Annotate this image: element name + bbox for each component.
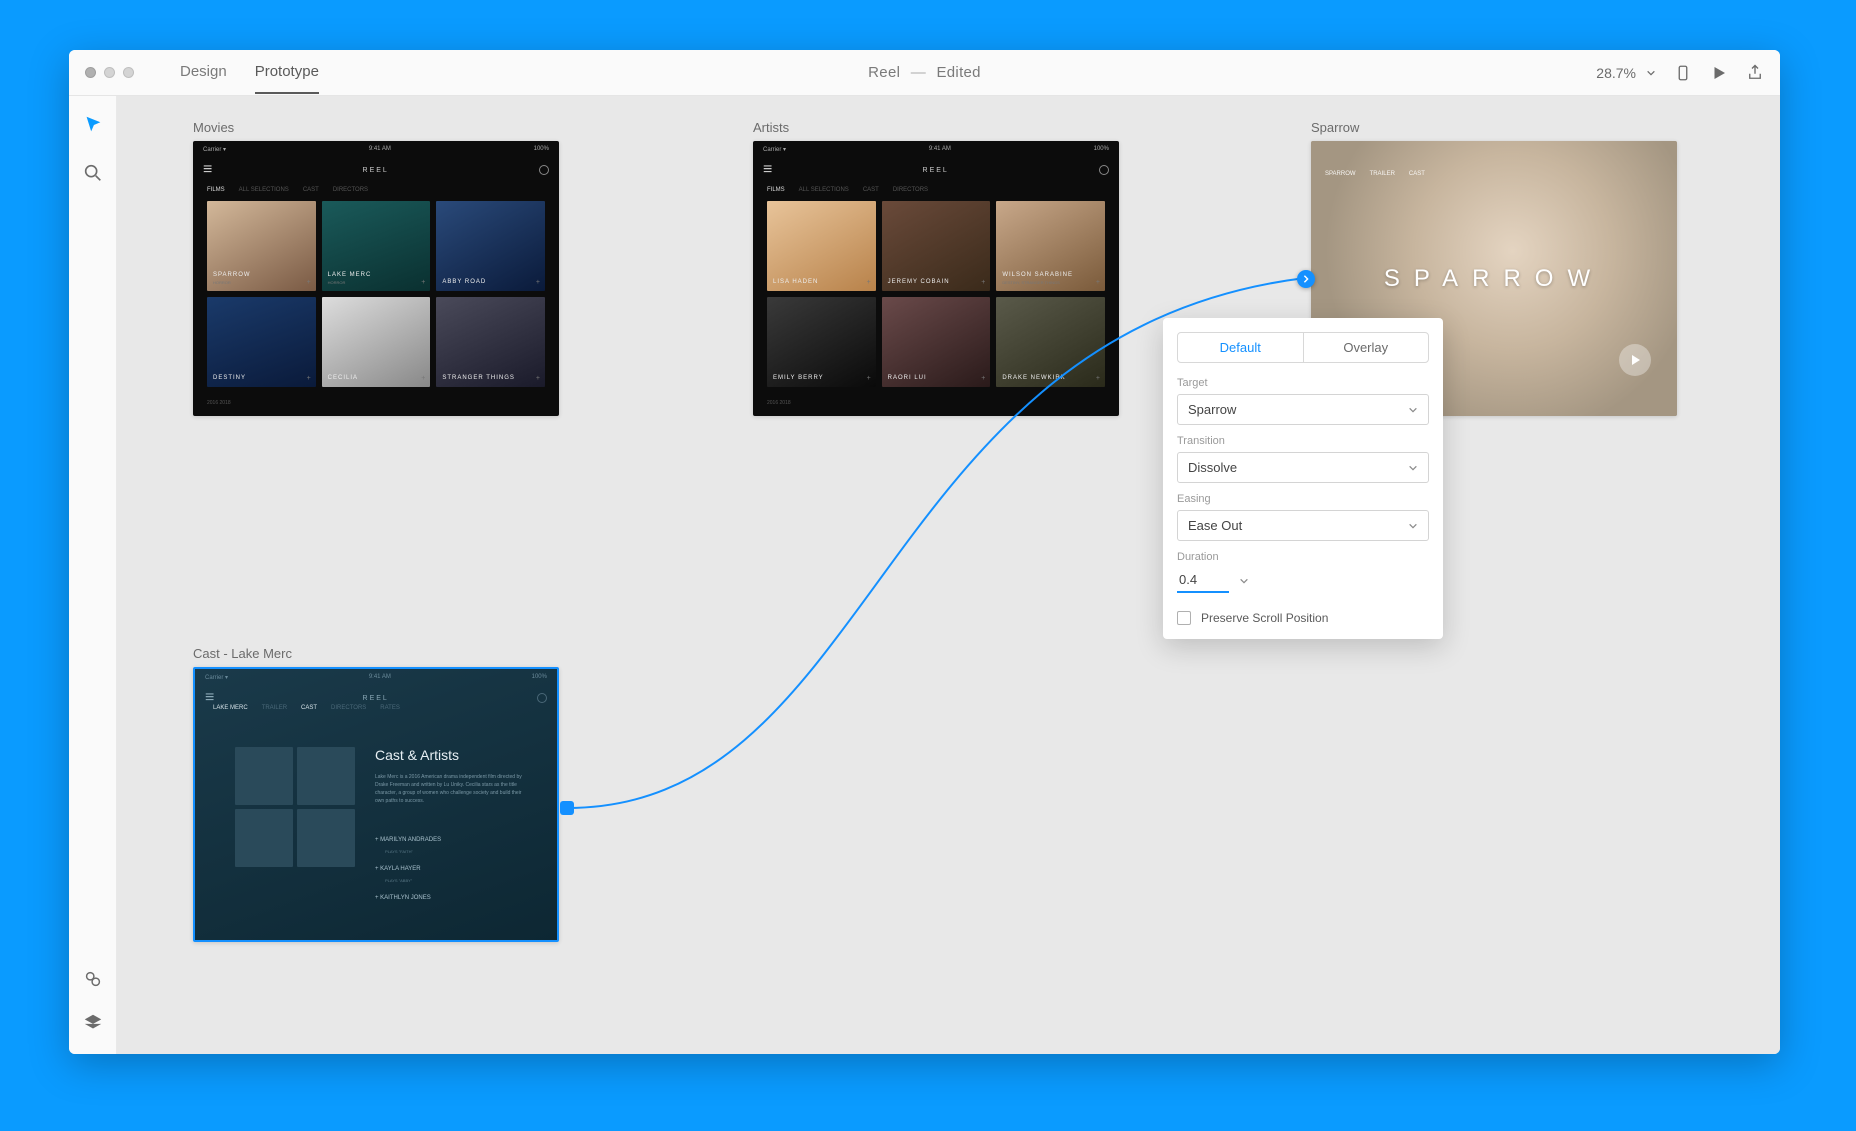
artboard-movies[interactable]: Movies Carrier ▾9:41 AM100% ≡REEL FILMSA… xyxy=(193,120,559,416)
screen-movies: Carrier ▾9:41 AM100% ≡REEL FILMSALL SELE… xyxy=(193,141,559,416)
transition-label: Transition xyxy=(1177,435,1429,447)
zoom-control[interactable]: 28.7% xyxy=(1596,65,1656,81)
device-preview-icon[interactable] xyxy=(1674,64,1692,82)
chevron-down-icon xyxy=(1408,463,1418,473)
canvas[interactable]: Movies Carrier ▾9:41 AM100% ≡REEL FILMSA… xyxy=(117,96,1780,1054)
window-controls[interactable] xyxy=(85,67,134,78)
maximize-icon[interactable] xyxy=(123,67,134,78)
chevron-down-icon xyxy=(1408,521,1418,531)
target-label: Target xyxy=(1177,377,1429,389)
app-window: Design Prototype Reel — Edited 28.7% xyxy=(69,50,1780,1054)
chevron-down-icon xyxy=(1646,68,1656,78)
titlebar: Design Prototype Reel — Edited 28.7% xyxy=(69,50,1780,96)
tools-sidebar xyxy=(69,96,117,1054)
artboard-label[interactable]: Sparrow xyxy=(1311,120,1677,135)
chevron-down-icon[interactable] xyxy=(1239,576,1249,586)
artboard-artists[interactable]: Artists Carrier ▾9:41 AM100% ≡REEL FILMS… xyxy=(753,120,1119,416)
duration-input[interactable] xyxy=(1177,568,1229,593)
doc-status: Edited xyxy=(936,64,980,81)
tab-design[interactable]: Design xyxy=(180,51,227,94)
easing-select[interactable]: Ease Out xyxy=(1177,510,1429,541)
toolbar-right: 28.7% xyxy=(1596,64,1764,82)
doc-name: Reel xyxy=(868,64,900,81)
interaction-popover: Default Overlay Target Sparrow Transitio… xyxy=(1163,318,1443,639)
separator: — xyxy=(911,64,926,81)
tab-default[interactable]: Default xyxy=(1178,333,1303,362)
play-button[interactable] xyxy=(1619,344,1651,376)
artboard-label[interactable]: Movies xyxy=(193,120,559,135)
mode-tabs: Design Prototype xyxy=(180,51,319,94)
artboard-label[interactable]: Artists xyxy=(753,120,1119,135)
tab-overlay[interactable]: Overlay xyxy=(1303,333,1429,362)
checkbox-icon[interactable] xyxy=(1177,611,1191,625)
zoom-tool-icon[interactable] xyxy=(82,162,104,184)
screen-artists: Carrier ▾9:41 AM100% ≡REEL FILMSALL SELE… xyxy=(753,141,1119,416)
work-area: Movies Carrier ▾9:41 AM100% ≡REEL FILMSA… xyxy=(69,96,1780,1054)
play-icon[interactable] xyxy=(1710,64,1728,82)
preserve-scroll-row[interactable]: Preserve Scroll Position xyxy=(1177,611,1429,625)
hero-title: SPARROW xyxy=(1384,265,1604,293)
chevron-down-icon xyxy=(1408,405,1418,415)
target-select[interactable]: Sparrow xyxy=(1177,394,1429,425)
share-icon[interactable] xyxy=(1746,64,1764,82)
layers-icon[interactable] xyxy=(82,1012,104,1034)
select-tool-icon[interactable] xyxy=(82,114,104,136)
wire-origin-handle[interactable] xyxy=(560,801,574,815)
popover-tabs: Default Overlay xyxy=(1177,332,1429,363)
wire-destination-handle[interactable] xyxy=(1297,270,1315,288)
document-title: Reel — Edited xyxy=(868,64,981,81)
zoom-value: 28.7% xyxy=(1596,65,1636,81)
transition-select[interactable]: Dissolve xyxy=(1177,452,1429,483)
artboard-label[interactable]: Cast - Lake Merc xyxy=(193,646,559,661)
close-icon[interactable] xyxy=(85,67,96,78)
tab-prototype[interactable]: Prototype xyxy=(255,51,319,94)
duration-label: Duration xyxy=(1177,551,1429,563)
preserve-scroll-label: Preserve Scroll Position xyxy=(1201,611,1328,625)
screen-cast: Carrier ▾9:41 AM100% ≡REEL LAKE MERC TRA… xyxy=(193,667,559,942)
artboard-cast[interactable]: Cast - Lake Merc Carrier ▾9:41 AM100% ≡R… xyxy=(193,646,559,942)
assets-icon[interactable] xyxy=(82,968,104,990)
minimize-icon[interactable] xyxy=(104,67,115,78)
easing-label: Easing xyxy=(1177,493,1429,505)
